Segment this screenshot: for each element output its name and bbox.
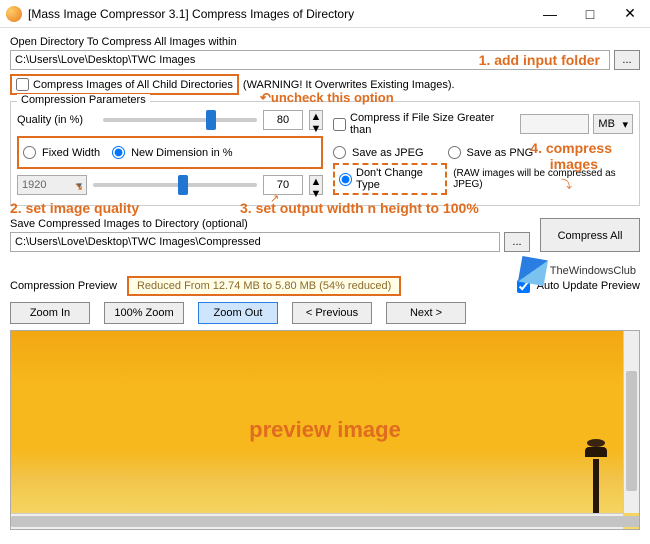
fixed-width-radio[interactable] (23, 146, 36, 159)
zoom-in-button[interactable]: Zoom In (10, 302, 90, 324)
quality-slider[interactable] (103, 118, 257, 122)
width-dropdown[interactable]: 1920▾ (17, 175, 87, 195)
output-dir-field[interactable] (10, 232, 500, 252)
browse-output-button[interactable]: ... (504, 232, 530, 252)
params-legend: Compression Parameters (17, 94, 150, 106)
compress-all-button[interactable]: Compress All (540, 218, 640, 252)
window-title: [Mass Image Compressor 3.1] Compress Ima… (28, 7, 530, 21)
child-dirs-warning: (WARNING! It Overwrites Existing Images)… (243, 79, 455, 91)
preview-pane: preview image (10, 330, 640, 530)
vertical-scrollbar[interactable] (623, 331, 639, 513)
close-button[interactable]: ✕ (610, 0, 650, 28)
minimize-button[interactable]: — (530, 0, 570, 28)
preview-legend: Compression Preview (10, 280, 117, 292)
size-filter-label: Compress if File Size Greater than (350, 112, 516, 136)
new-dimension-label: New Dimension in % (131, 147, 232, 159)
compression-status: Reduced From 12.74 MB to 5.80 MB (54% re… (127, 276, 401, 296)
previous-button[interactable]: < Previous (292, 302, 372, 324)
browse-input-button[interactable]: ... (614, 50, 640, 70)
open-dir-label: Open Directory To Compress All Images wi… (10, 36, 640, 48)
save-png-label: Save as PNG (467, 147, 534, 159)
quality-spinner[interactable]: ▲▼ (309, 110, 323, 130)
preview-toolbar: Zoom In 100% Zoom Zoom Out < Previous Ne… (10, 302, 640, 324)
watermark: TheWindowsClub (520, 258, 636, 284)
titlebar: [Mass Image Compressor 3.1] Compress Ima… (0, 0, 650, 28)
dont-change-type-label: Don't Change Type (356, 167, 441, 191)
new-dimension-radio[interactable] (112, 146, 125, 159)
save-dir-label: Save Compressed Images to Directory (opt… (10, 218, 530, 230)
dont-change-type-radio[interactable] (339, 173, 352, 186)
save-jpeg-label: Save as JPEG (352, 147, 424, 159)
size-unit-dropdown[interactable]: MB▾ (593, 114, 633, 134)
maximize-button[interactable]: □ (570, 0, 610, 28)
compression-params-group: Compression Parameters Quality (in %) 80… (10, 101, 640, 206)
horizontal-scrollbar[interactable] (11, 513, 623, 529)
dimension-slider[interactable] (93, 183, 257, 187)
quality-value[interactable]: 80 (263, 110, 303, 130)
watermark-icon (518, 256, 548, 286)
input-dir-field[interactable] (10, 50, 610, 70)
preview-annotation: preview image (249, 417, 401, 443)
quality-label: Quality (in %) (17, 114, 97, 126)
size-filter-input[interactable] (520, 114, 589, 134)
next-button[interactable]: Next > (386, 302, 466, 324)
child-dirs-label: Compress Images of All Child Directories (33, 79, 233, 91)
dont-change-note: (RAW images will be compressed as JPEG) (453, 168, 633, 190)
app-icon (6, 6, 22, 22)
save-jpeg-radio[interactable] (333, 146, 346, 159)
dimension-spinner[interactable]: ▲▼ (309, 175, 323, 195)
size-filter-checkbox[interactable] (333, 118, 346, 131)
child-dirs-checkbox[interactable] (16, 78, 29, 91)
zoom-100-button[interactable]: 100% Zoom (104, 302, 184, 324)
dimension-value[interactable]: 70 (263, 175, 303, 195)
zoom-out-button[interactable]: Zoom Out (198, 302, 278, 324)
fixed-width-label: Fixed Width (42, 147, 100, 159)
save-png-radio[interactable] (448, 146, 461, 159)
